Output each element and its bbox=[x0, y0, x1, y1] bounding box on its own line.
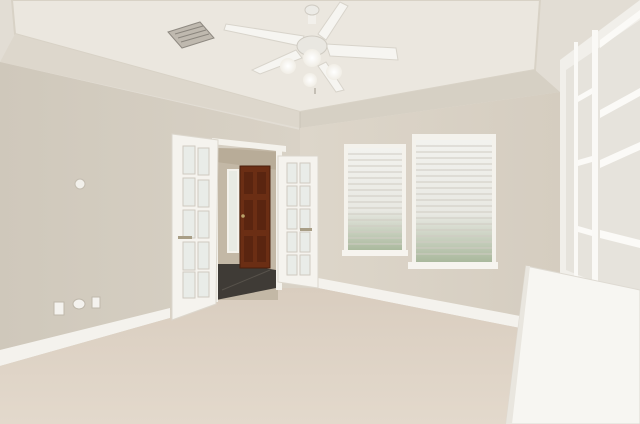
french-door-left[interactable] bbox=[171, 133, 219, 321]
french-door-left-handle[interactable] bbox=[178, 236, 192, 239]
french-door-right[interactable] bbox=[277, 155, 319, 289]
thermostat[interactable] bbox=[74, 178, 86, 190]
hallway-doorway bbox=[212, 138, 286, 302]
fan-light-bulb bbox=[326, 64, 342, 80]
outlet-2 bbox=[91, 296, 101, 309]
outlet-1 bbox=[53, 301, 65, 316]
room-illustration bbox=[0, 0, 640, 424]
fan-light-bulb bbox=[303, 49, 321, 67]
french-door-right-handle[interactable] bbox=[300, 228, 312, 231]
fan-light-bulb bbox=[303, 73, 317, 87]
cable-jack bbox=[72, 298, 86, 310]
front-door-knob[interactable] bbox=[241, 214, 245, 218]
room-photo bbox=[0, 0, 640, 424]
window-left bbox=[342, 144, 408, 256]
fan-light-bulb bbox=[280, 58, 296, 74]
window-right bbox=[408, 134, 498, 269]
